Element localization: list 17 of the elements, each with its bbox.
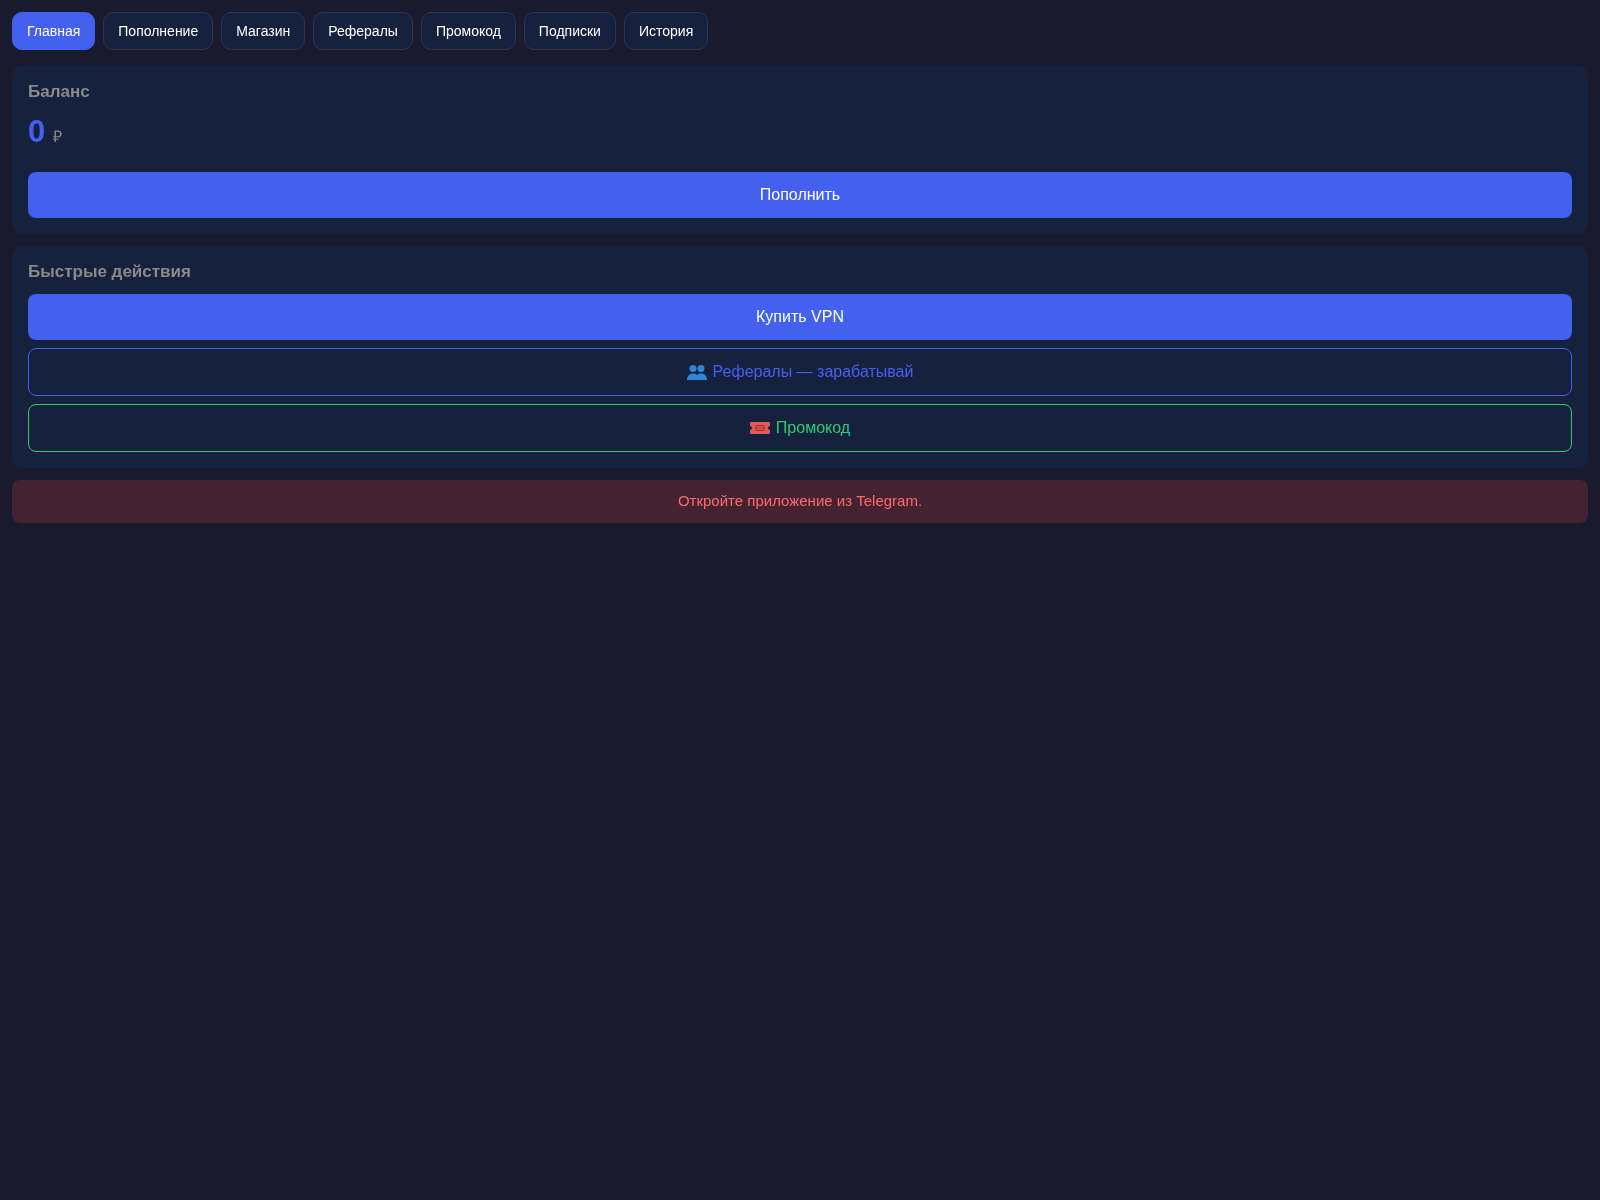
nav-tab[interactable]: История xyxy=(623,12,709,50)
nav-tab[interactable]: Подписки xyxy=(523,12,616,50)
nav-tab[interactable]: Главная xyxy=(12,12,96,50)
top-up-button[interactable]: Пополнить xyxy=(28,172,1572,218)
nav-tab[interactable]: Пополнение xyxy=(103,12,214,50)
nav-tab[interactable]: Магазин xyxy=(221,12,306,50)
nav-tab[interactable]: Промокод xyxy=(420,12,516,50)
action-button[interactable]: Промокод xyxy=(28,404,1572,452)
balance-amount: 0 xyxy=(28,114,46,150)
currency-sign: ₽ xyxy=(53,127,63,147)
card-title: Быстрые действия xyxy=(28,262,192,282)
card-title: Баланс xyxy=(28,82,91,102)
buy-button[interactable]: Купить VPN xyxy=(28,294,1572,340)
ticket-icon xyxy=(749,422,770,434)
people-icon xyxy=(686,364,707,380)
error-message: Откройте приложение из Telegram. xyxy=(677,491,923,512)
nav-tab[interactable]: Рефералы xyxy=(313,12,413,50)
